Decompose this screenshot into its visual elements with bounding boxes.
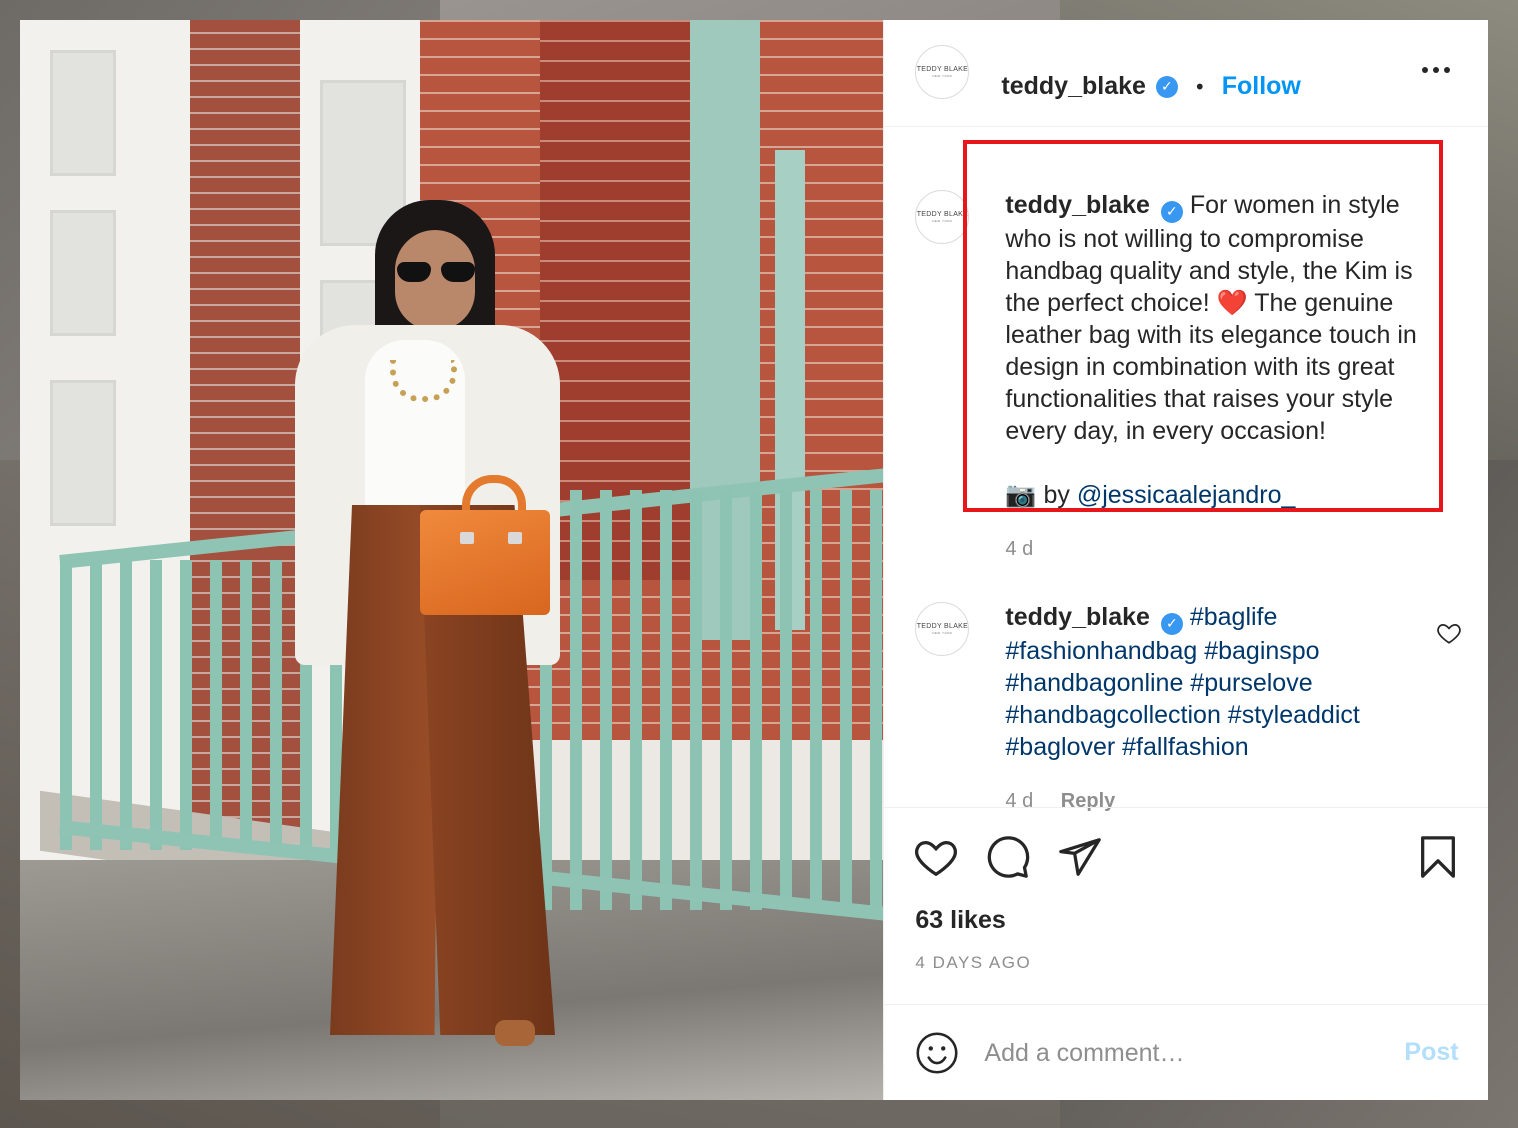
avatar-logo-text: TEDDY BLAKE <box>916 623 969 630</box>
post-comment-button[interactable]: Post <box>1404 1038 1458 1067</box>
verified-badge-icon: ✓ <box>1160 613 1183 635</box>
separator-dot: • <box>1193 74 1206 99</box>
comment-composer: Post <box>884 1004 1489 1101</box>
avatar[interactable]: TEDDY BLAKE NEW YORK <box>915 45 970 99</box>
post-header: TEDDY BLAKE NEW YORK teddy_blake ✓ • Fol… <box>884 20 1489 127</box>
heart-icon[interactable] <box>913 834 959 880</box>
verified-badge-icon: ✓ <box>1155 75 1178 98</box>
posted-time[interactable]: 4 DAYS AGO <box>915 953 1031 973</box>
orange-handbag <box>420 510 550 615</box>
hashtag-link[interactable]: #handbagonline #purselove <box>1005 667 1425 699</box>
caption-avatar[interactable]: TEDDY BLAKE NEW YORK <box>915 190 970 244</box>
comment-avatar[interactable]: TEDDY BLAKE NEW YORK <box>915 602 970 656</box>
send-icon[interactable] <box>1057 834 1103 880</box>
avatar-logo-text: TEDDY BLAKE <box>916 66 969 73</box>
comment-text: teddy_blake ✓ #baglife #fashionhandbag #… <box>1005 601 1425 763</box>
post-photo[interactable] <box>20 20 884 1100</box>
avatar-logo-text: TEDDY BLAKE <box>916 211 969 218</box>
hashtag-link[interactable]: #handbagcollection #styleaddict <box>1005 699 1425 731</box>
likes-count[interactable]: 63 likes <box>915 906 1005 935</box>
comment-username[interactable]: teddy_blake <box>1005 603 1150 631</box>
caption-highlight-box <box>963 140 1443 512</box>
more-options-icon[interactable] <box>1422 60 1451 80</box>
avatar-logo-subtext: NEW YORK <box>932 74 953 78</box>
follow-button[interactable]: Follow <box>1222 72 1301 101</box>
comment-input[interactable] <box>984 1032 1365 1074</box>
hashtag-link[interactable]: #baglover #fallfashion <box>1005 731 1425 763</box>
hashtag-link[interactable]: #fashionhandbag #baginspo <box>1005 635 1425 667</box>
caption-timestamp[interactable]: 4 d <box>1005 538 1033 561</box>
bookmark-icon[interactable] <box>1415 834 1461 880</box>
comment-icon[interactable] <box>985 834 1031 880</box>
avatar-logo-subtext: NEW YORK <box>932 631 953 635</box>
comment-like-heart-icon[interactable] <box>1436 620 1462 646</box>
header-username[interactable]: teddy_blake <box>1001 72 1146 101</box>
emoji-icon[interactable] <box>915 1031 959 1075</box>
avatar-logo-subtext: NEW YORK <box>932 219 953 223</box>
model-figure <box>275 200 595 1060</box>
post-actions: 63 likes 4 DAYS AGO <box>884 807 1489 1008</box>
hashtag-link[interactable]: #baglife <box>1190 603 1278 631</box>
